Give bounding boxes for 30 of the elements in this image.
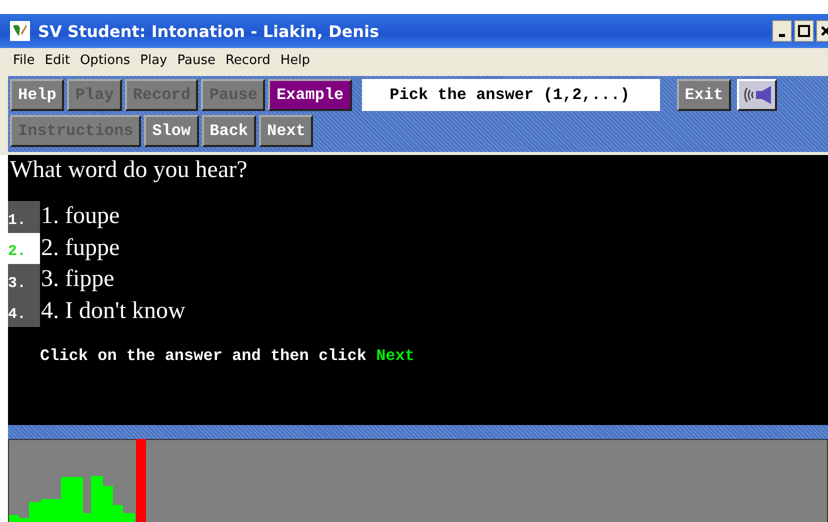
answer-number[interactable]: 4. xyxy=(8,296,40,327)
maximize-icon xyxy=(798,25,810,37)
menu-item[interactable]: Options xyxy=(74,52,136,68)
menu-item[interactable]: File xyxy=(8,52,40,68)
window-title: SV Student: Intonation - Liakin, Denis xyxy=(38,22,380,40)
answer-number[interactable]: 1. xyxy=(8,201,40,232)
toolbar-button[interactable]: Back xyxy=(202,114,256,146)
question-text: What word do you hear? xyxy=(9,157,248,184)
minimize-button[interactable] xyxy=(772,20,792,42)
answer-option[interactable]: 3. fippe xyxy=(40,266,114,294)
answer-option[interactable]: 2. fuppe xyxy=(40,234,120,262)
toolbar-button[interactable]: Next xyxy=(259,114,314,146)
answer-number[interactable]: 3. xyxy=(8,264,40,296)
toolbar-button[interactable]: Slow xyxy=(144,114,199,146)
maximize-button[interactable] xyxy=(794,20,814,42)
answer-option[interactable]: 1. foupe xyxy=(40,203,120,230)
instruction-text: Click on the answer and then click Next xyxy=(40,347,414,365)
exit-button[interactable]: Exit xyxy=(676,78,732,110)
answer-option[interactable]: 4. I don't know xyxy=(40,298,186,325)
menu-item[interactable]: Play xyxy=(135,52,172,68)
minimize-icon xyxy=(779,34,785,36)
toolbar-button[interactable]: Help xyxy=(10,78,64,110)
menu-item[interactable]: Pause xyxy=(172,52,220,68)
menu-item[interactable]: Edit xyxy=(40,52,75,68)
menu-item[interactable]: Help xyxy=(275,52,316,68)
prompt-text: Pick the answer (1,2,...) xyxy=(362,78,660,110)
speaker-button[interactable] xyxy=(737,78,778,110)
toolbar-button[interactable]: Example xyxy=(268,78,352,110)
app-icon xyxy=(10,21,30,41)
menu-item[interactable]: Record xyxy=(220,52,276,68)
